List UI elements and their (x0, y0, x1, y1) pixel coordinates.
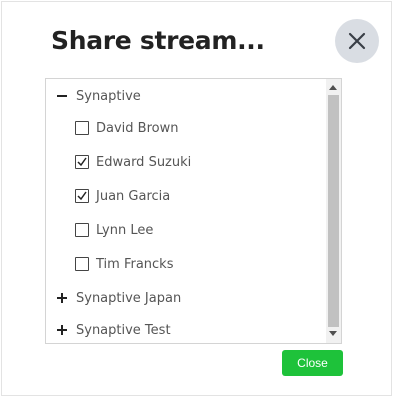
member-label: Tim Francks (96, 256, 174, 272)
close-button[interactable]: Close (282, 350, 343, 376)
group-label: Synaptive (76, 88, 141, 104)
member-label: Juan Garcia (96, 188, 171, 204)
group-row-synaptive-test[interactable]: Synaptive Test (55, 318, 171, 342)
group-label: Synaptive Japan (76, 290, 182, 306)
checkbox[interactable] (75, 121, 89, 135)
scroll-thumb[interactable] (328, 95, 339, 327)
plus-icon[interactable] (55, 323, 69, 337)
member-row-lynn-lee[interactable]: Lynn Lee (75, 218, 153, 242)
group-row-synaptive[interactable]: Synaptive (55, 84, 141, 108)
checkbox-checked[interactable] (75, 155, 89, 169)
group-row-synaptive-japan[interactable]: Synaptive Japan (55, 286, 181, 310)
checkbox-checked[interactable] (75, 189, 89, 203)
member-tree-list[interactable]: Synaptive David Brown Edward Suzuki Juan… (45, 78, 342, 344)
member-row-tim-francks[interactable]: Tim Francks (75, 252, 173, 276)
member-row-david-brown[interactable]: David Brown (75, 116, 178, 140)
member-label: David Brown (96, 120, 179, 136)
check-icon (77, 191, 87, 201)
member-row-edward-suzuki[interactable]: Edward Suzuki (75, 150, 191, 174)
member-label: Edward Suzuki (96, 154, 192, 170)
list-scrollbar[interactable] (326, 79, 341, 343)
scroll-up-arrow-icon[interactable] (329, 85, 337, 90)
scroll-down-arrow-icon[interactable] (329, 331, 337, 336)
member-row-juan-garcia[interactable]: Juan Garcia (75, 184, 170, 208)
member-label: Lynn Lee (96, 222, 154, 238)
checkbox[interactable] (75, 223, 89, 237)
plus-icon[interactable] (55, 291, 69, 305)
minus-icon[interactable] (55, 89, 69, 103)
checkbox[interactable] (75, 257, 89, 271)
group-label: Synaptive Test (76, 322, 171, 338)
check-icon (77, 157, 87, 167)
dialog-title: Share stream... (51, 26, 265, 55)
close-icon-button[interactable] (335, 19, 379, 63)
close-icon (348, 32, 366, 50)
